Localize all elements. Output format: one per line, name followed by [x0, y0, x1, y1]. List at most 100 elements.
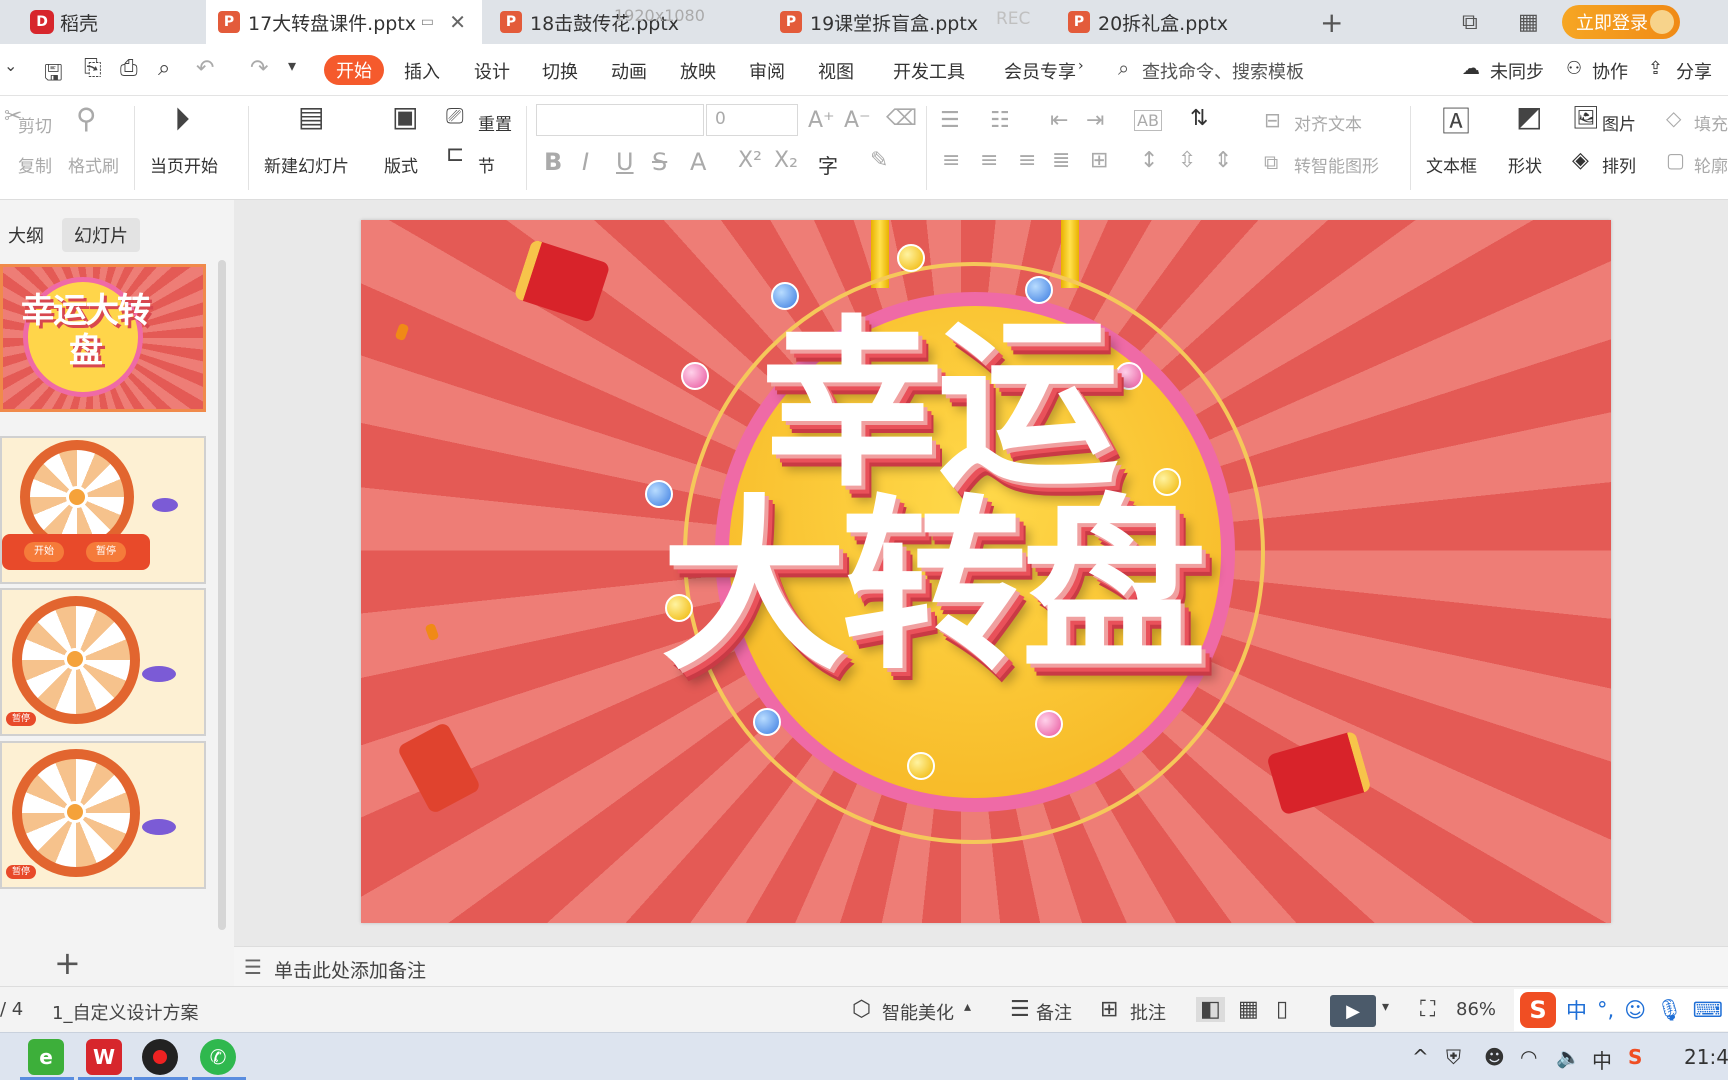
highlight-icon[interactable]: ✎ — [870, 148, 888, 173]
close-tab-icon[interactable]: ✕ — [449, 10, 466, 34]
picture-button[interactable]: 图片 — [1602, 110, 1636, 135]
tab-transition[interactable]: 切换 — [542, 58, 578, 84]
input-language-icon[interactable]: 中 — [1592, 1045, 1612, 1074]
justify-icon[interactable]: ≣ — [1052, 148, 1070, 173]
tab-member[interactable]: 会员专享 — [1004, 58, 1076, 84]
textbox-button[interactable]: 文本框 — [1426, 152, 1477, 177]
play-from-current-button[interactable]: 当页开始 — [150, 152, 218, 177]
print-preview-icon[interactable]: ⌕ — [158, 56, 170, 81]
distribute-icon[interactable]: ⊞ — [1090, 148, 1108, 173]
chevron-down-icon[interactable]: ⌄ — [4, 56, 17, 75]
align-right-icon[interactable]: ≡ — [1018, 148, 1036, 173]
notes-toggle-button[interactable]: 备注 — [1036, 999, 1072, 1025]
align-text-button[interactable]: 对齐文本 — [1294, 110, 1362, 135]
slide-thumbnail-2[interactable]: 开始 暂停 — [0, 436, 206, 584]
textbox-icon[interactable]: 🄰 — [1442, 100, 1470, 140]
microphone-icon[interactable]: 🎙 — [1656, 998, 1683, 1023]
tab-view[interactable]: 视图 — [818, 58, 854, 84]
play-circle-icon[interactable]: ⏵ — [174, 100, 190, 139]
notes-bar[interactable]: ☰ 单击此处添加备注 — [234, 946, 1728, 986]
section-button[interactable]: 节 — [478, 152, 495, 177]
smart-shape-button[interactable]: 转智能图形 — [1294, 152, 1379, 177]
window-layout-icon[interactable]: ⧉ — [1462, 10, 1478, 35]
phonetic-icon[interactable]: 字 — [818, 150, 838, 179]
print-icon[interactable]: ⎙ — [120, 56, 138, 81]
recorder-app-icon[interactable] — [142, 1039, 178, 1075]
reset-button[interactable]: 重置 — [478, 110, 512, 135]
tab-animation[interactable]: 动画 — [611, 58, 647, 84]
clock[interactable]: 21:40 — [1684, 1045, 1728, 1069]
layout-button[interactable]: 版式 — [384, 152, 418, 177]
login-button[interactable]: 立即登录 — [1562, 5, 1680, 39]
tab-insert[interactable]: 插入 — [404, 58, 440, 84]
security-icon[interactable]: ⛨ — [1446, 1045, 1461, 1069]
slide-sorter-icon[interactable]: ▦ — [1238, 997, 1259, 1022]
add-slide-button[interactable]: + — [54, 944, 81, 982]
command-search-input[interactable]: 查找命令、搜索模板 — [1142, 58, 1304, 84]
browser-app-icon[interactable]: e — [28, 1039, 64, 1075]
ime-language[interactable]: 中 — [1566, 995, 1587, 1025]
strikethrough-icon[interactable]: S — [652, 148, 667, 176]
italic-icon[interactable]: I — [582, 148, 589, 176]
tab-document-3[interactable]: P 19课堂拆盲盒.pptx REC — [768, 0, 1054, 44]
smart-beautify-button[interactable]: 智能美化 — [882, 999, 954, 1025]
tab-document-2[interactable]: P 18击鼓传花.pptx 1920x1080 — [488, 0, 760, 44]
slide-thumbnail-4[interactable]: 暂停 — [0, 741, 206, 889]
sync-status[interactable]: 未同步 — [1490, 58, 1544, 84]
theme-name[interactable]: 1_自定义设计方案 — [52, 999, 198, 1025]
emoji-icon[interactable]: ☺ — [1624, 998, 1646, 1022]
new-slide-button[interactable]: 新建幻灯片 — [264, 152, 349, 177]
align-center-icon[interactable]: ≡ — [980, 148, 998, 173]
fill-button[interactable]: 填充 — [1694, 110, 1728, 135]
clear-format-icon[interactable]: ⌫ — [886, 106, 917, 131]
sogou-tray-icon[interactable]: S — [1628, 1045, 1642, 1069]
grid-apps-icon[interactable]: ▦ — [1518, 10, 1539, 35]
thumbnail-scrollbar[interactable] — [218, 260, 226, 930]
wps-app-icon[interactable]: W — [86, 1039, 122, 1075]
cut-button[interactable]: 剪切 — [18, 112, 52, 137]
shape-button[interactable]: 形状 — [1508, 152, 1542, 177]
slide-thumbnail-1[interactable]: 幸运大转盘 — [0, 264, 206, 412]
save-icon[interactable]: 🖫 — [44, 56, 63, 94]
tab-slideshow[interactable]: 放映 — [680, 58, 716, 84]
shape-icon[interactable]: ◩ — [1516, 100, 1542, 133]
align-left-icon[interactable]: ≡ — [942, 148, 960, 173]
redo-icon[interactable]: ↷ — [250, 56, 268, 81]
arrange-button[interactable]: 排列 — [1602, 152, 1636, 177]
new-tab-button[interactable]: + — [1320, 6, 1343, 39]
layout-icon[interactable]: ▣ — [392, 100, 418, 133]
format-painter-button[interactable]: 格式刷 — [68, 152, 119, 177]
bold-icon[interactable]: B — [544, 148, 562, 176]
customize-icon[interactable]: ▾ — [288, 56, 296, 75]
qq-icon[interactable]: ☻ — [1484, 1045, 1505, 1069]
slide-thumbnail-3[interactable]: 暂停 — [0, 588, 206, 736]
slide-title-line-1[interactable]: 幸运 — [761, 310, 1119, 500]
notes-placeholder[interactable]: 单击此处添加备注 — [274, 956, 426, 983]
tab-home[interactable]: D 稻壳 — [18, 0, 204, 44]
export-pdf-icon[interactable]: ⎘ — [84, 56, 102, 81]
outdent-icon[interactable]: ⇤ — [1050, 108, 1068, 133]
volume-icon[interactable]: 🔈 — [1556, 1045, 1581, 1069]
wifi-icon[interactable]: ◠ — [1520, 1045, 1537, 1069]
fit-window-icon[interactable]: ⛶ — [1420, 997, 1435, 1022]
tab-document-4[interactable]: P 20拆礼盒.pptx — [1056, 0, 1300, 44]
decrease-font-icon[interactable]: A⁻ — [844, 108, 871, 133]
normal-view-icon[interactable]: ◧ — [1196, 997, 1225, 1022]
current-slide[interactable]: 幸运 大转盘 — [361, 220, 1611, 923]
chevron-down-icon[interactable]: ▾ — [1382, 999, 1389, 1015]
reading-view-icon[interactable]: ▯ — [1276, 997, 1288, 1022]
font-size-select[interactable]: 0 — [706, 104, 798, 136]
superscript-icon[interactable]: X² — [738, 148, 762, 173]
share-button[interactable]: 分享 — [1676, 58, 1712, 84]
increase-font-icon[interactable]: A⁺ — [808, 108, 835, 133]
numbered-list-icon[interactable]: ☷ — [990, 108, 1010, 133]
tab-outline[interactable]: 大纲 — [0, 218, 56, 252]
tab-review[interactable]: 审阅 — [749, 58, 785, 84]
copy-button[interactable]: 复制 — [18, 152, 52, 177]
comment-button[interactable]: 批注 — [1130, 999, 1166, 1025]
paragraph-spacing-icon[interactable]: ⇳ — [1178, 148, 1196, 173]
font-color-icon[interactable]: A — [690, 148, 706, 176]
collaborate-button[interactable]: 协作 — [1592, 58, 1628, 84]
spacing-menu-icon[interactable]: ⇕ — [1214, 148, 1232, 173]
sogou-logo-icon[interactable]: S — [1520, 992, 1556, 1028]
